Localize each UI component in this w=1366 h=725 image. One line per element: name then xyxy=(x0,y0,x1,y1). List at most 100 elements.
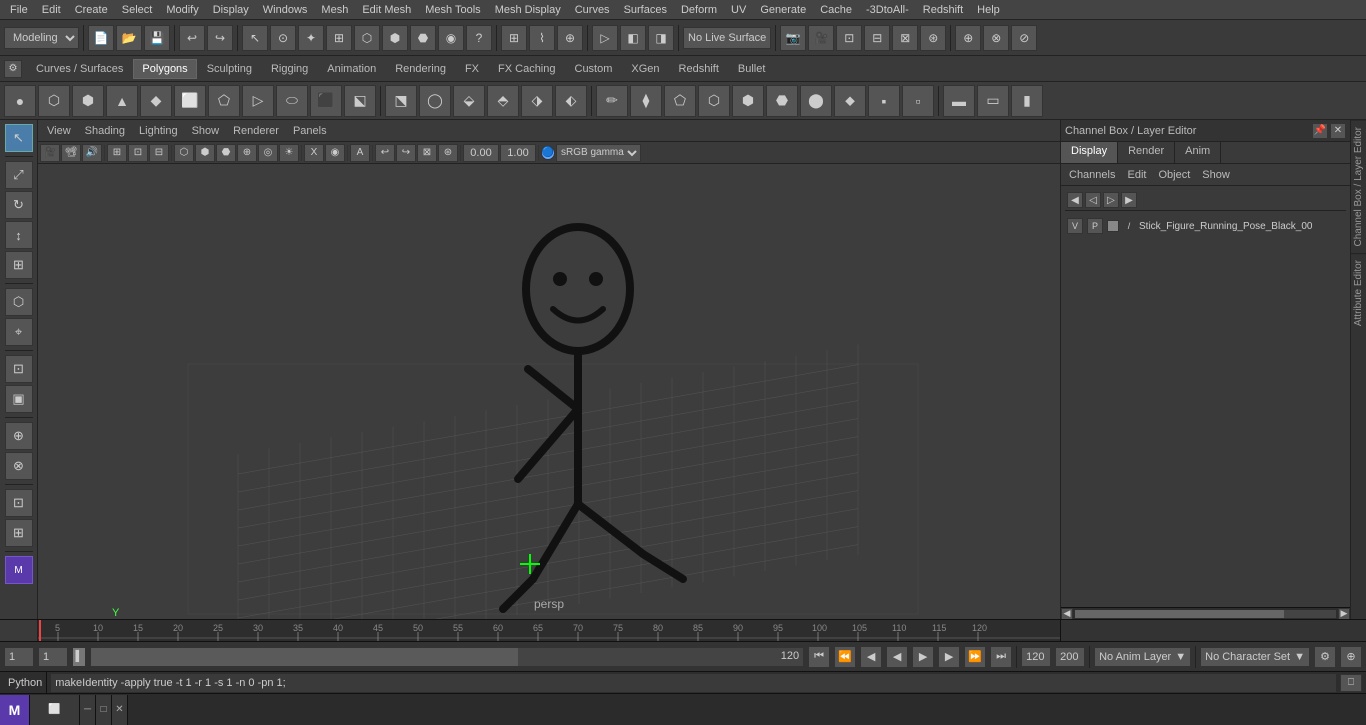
viewport-window-btn[interactable]: ⬜ xyxy=(30,695,80,725)
module-animation[interactable]: Animation xyxy=(318,59,385,79)
shelf-platonic[interactable]: ⬔ xyxy=(385,85,417,117)
shelf-plane[interactable]: ⬜ xyxy=(174,85,206,117)
poly-btn[interactable]: ⬡ xyxy=(354,25,380,51)
snap-points[interactable]: ⊕ xyxy=(5,422,33,450)
shelf-disk[interactable]: ⬠ xyxy=(208,85,240,117)
extra3-btn[interactable]: ⊘ xyxy=(1011,25,1037,51)
render3-btn[interactable]: ◨ xyxy=(648,25,674,51)
minimize-window-btn[interactable]: ─ xyxy=(80,695,96,725)
viewport-canvas[interactable]: X Y Z persp xyxy=(38,164,1060,619)
vp-aa-btn[interactable]: A xyxy=(350,144,370,162)
char-set-selector[interactable]: No Character Set ▼ xyxy=(1200,647,1310,667)
playback-end-field[interactable]: 200 xyxy=(1055,647,1085,667)
vp-shading1-btn[interactable]: ⬡ xyxy=(174,144,194,162)
soft-mod[interactable]: ⬡ xyxy=(5,288,33,316)
vp-shading5-btn[interactable]: ◎ xyxy=(258,144,278,162)
vp-snap2[interactable]: ↪ xyxy=(396,144,416,162)
cam2-btn[interactable]: 🎥 xyxy=(808,25,834,51)
module-redshift[interactable]: Redshift xyxy=(670,59,728,79)
menu-uv[interactable]: UV xyxy=(725,2,752,18)
save-file-btn[interactable]: 💾 xyxy=(144,25,170,51)
menu-help[interactable]: Help xyxy=(971,2,1006,18)
transform-btn[interactable]: ⊞ xyxy=(326,25,352,51)
menu-generate[interactable]: Generate xyxy=(754,2,812,18)
shelf-mirror[interactable]: ⬢ xyxy=(732,85,764,117)
module-fx-caching[interactable]: FX Caching xyxy=(489,59,564,79)
cam5-btn[interactable]: ⊠ xyxy=(892,25,918,51)
anim-layer-selector[interactable]: No Anim Layer ▼ xyxy=(1094,647,1191,667)
vp-resln-btn[interactable]: ⊟ xyxy=(149,144,169,162)
question-btn[interactable]: ? xyxy=(466,25,492,51)
menu-mesh-tools[interactable]: Mesh Tools xyxy=(419,2,486,18)
close-window-btn[interactable]: ✕ xyxy=(112,695,128,725)
cam6-btn[interactable]: ⊛ xyxy=(920,25,946,51)
vp-menu-panels[interactable]: Panels xyxy=(288,123,332,139)
vp-shading3-btn[interactable]: ⬣ xyxy=(216,144,236,162)
scale-tool[interactable]: ↕ xyxy=(5,221,33,249)
shelf-bool-union[interactable]: ⧫ xyxy=(630,85,662,117)
menu-deform[interactable]: Deform xyxy=(675,2,723,18)
menu-edit[interactable]: Edit xyxy=(36,2,67,18)
shelf-conform[interactable]: ⬥ xyxy=(834,85,866,117)
sculpt-btn[interactable]: ◉ xyxy=(438,25,464,51)
menu-create[interactable]: Create xyxy=(69,2,114,18)
vp-xray-btn[interactable]: X xyxy=(304,144,324,162)
ch-pin-btn[interactable]: 📌 xyxy=(1312,123,1328,139)
vp-film-btn[interactable]: 📽 xyxy=(61,144,81,162)
layer-visibility-btn[interactable]: V xyxy=(1067,218,1083,234)
camera-btn[interactable]: 📷 xyxy=(780,25,806,51)
module-rigging[interactable]: Rigging xyxy=(262,59,317,79)
layer-next-btn[interactable]: ▶ xyxy=(1121,192,1137,208)
vtab-attribute-editor[interactable]: Attribute Editor xyxy=(1351,253,1366,332)
vp-shading4-btn[interactable]: ⊕ xyxy=(237,144,257,162)
rotate-tool[interactable]: ↻ xyxy=(5,191,33,219)
menu-file[interactable]: File xyxy=(4,2,34,18)
universal-manip[interactable]: ⊞ xyxy=(5,251,33,279)
pb-prev-key-btn[interactable]: ⏪ xyxy=(834,646,856,668)
timeline-numbers[interactable]: 5 10 15 20 25 30 35 40 45 50 55 60 65 xyxy=(38,620,1060,641)
sub-channels[interactable]: Channels xyxy=(1065,167,1119,183)
open-file-btn[interactable]: 📂 xyxy=(116,25,142,51)
pb-goto-end-btn[interactable]: ⏭ xyxy=(990,646,1012,668)
menu-edit-mesh[interactable]: Edit Mesh xyxy=(356,2,417,18)
vp-grid-btn[interactable]: ⊞ xyxy=(107,144,127,162)
deform-btn[interactable]: ⬣ xyxy=(410,25,436,51)
pb-goto-start-btn[interactable]: ⏮ xyxy=(808,646,830,668)
layer-next2-btn[interactable]: ▷ xyxy=(1103,192,1119,208)
module-bullet[interactable]: Bullet xyxy=(729,59,775,79)
sub-object[interactable]: Object xyxy=(1154,167,1194,183)
snap-grid-btn[interactable]: ⊞ xyxy=(501,25,527,51)
snap-curve-btn[interactable]: ⌇ xyxy=(529,25,555,51)
select-tool[interactable]: ↖ xyxy=(5,124,33,152)
shelf-bridge[interactable]: ⬗ xyxy=(521,85,553,117)
lasso-btn[interactable]: ⊙ xyxy=(270,25,296,51)
shelf-cube[interactable]: ⬡ xyxy=(38,85,70,117)
pb-play-fwd-btn[interactable]: ▶ xyxy=(912,646,934,668)
module-custom[interactable]: Custom xyxy=(566,59,622,79)
module-polygons[interactable]: Polygons xyxy=(133,59,196,79)
nurbs-btn[interactable]: ⬢ xyxy=(382,25,408,51)
menu-mesh[interactable]: Mesh xyxy=(315,2,354,18)
shelf-multi-cut[interactable]: ⬙ xyxy=(453,85,485,117)
module-xgen[interactable]: XGen xyxy=(622,59,668,79)
vp-colorspace-select[interactable]: sRGB gamma xyxy=(556,144,641,162)
new-file-btn[interactable]: 📄 xyxy=(88,25,114,51)
vp-menu-show[interactable]: Show xyxy=(187,123,225,139)
paint-btn[interactable]: ✦ xyxy=(298,25,324,51)
shelf-smooth[interactable]: ▬ xyxy=(943,85,975,117)
shelf-sculpt-mesh[interactable]: ▮ xyxy=(1011,85,1043,117)
menu-redshift[interactable]: Redshift xyxy=(917,2,969,18)
pb-next-frame-btn[interactable]: ▶ xyxy=(938,646,960,668)
layer-prev-btn[interactable]: ◀ xyxy=(1067,192,1083,208)
start-frame-field[interactable]: 1 xyxy=(38,647,68,667)
redo-btn[interactable]: ↪ xyxy=(207,25,233,51)
shelf-connect[interactable]: ⬘ xyxy=(487,85,519,117)
vp-menu-lighting[interactable]: Lighting xyxy=(134,123,183,139)
shelf-separate[interactable]: ⬤ xyxy=(800,85,832,117)
cam3-btn[interactable]: ⊡ xyxy=(836,25,862,51)
scroll-left-btn[interactable]: ◀ xyxy=(1061,608,1073,620)
snap-grid[interactable]: ⊗ xyxy=(5,452,33,480)
vp-snap1[interactable]: ↩ xyxy=(375,144,395,162)
vp-cam-btn[interactable]: 🎥 xyxy=(40,144,60,162)
workspace-selector[interactable]: Modeling xyxy=(4,27,79,49)
